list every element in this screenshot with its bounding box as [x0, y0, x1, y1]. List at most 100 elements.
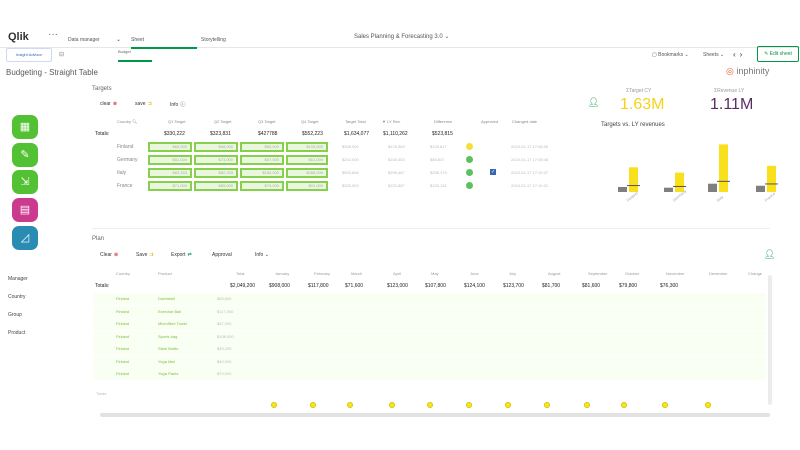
plan-export-button[interactable]: Export ⇄: [171, 252, 192, 258]
plan-header-3[interactable]: January: [275, 271, 289, 276]
bar-ly[interactable]: [618, 186, 627, 192]
q4-input[interactable]: $268,000: [286, 168, 328, 178]
user-icon[interactable]: 👤︎: [764, 249, 775, 260]
chart-icon[interactable]: ◿: [12, 226, 38, 250]
approval-dot[interactable]: [544, 402, 550, 408]
export-icon[interactable]: ⇲: [12, 170, 38, 194]
q4-input[interactable]: $91,000: [286, 181, 328, 191]
plan-header-1[interactable]: Product: [158, 271, 172, 276]
filter-product[interactable]: Product: [8, 330, 25, 336]
tab-budget[interactable]: Budget: [118, 49, 152, 62]
next-sheet-icon[interactable]: ›: [740, 50, 747, 59]
plan-header-10[interactable]: August: [548, 271, 560, 276]
clear-button[interactable]: clear ⊗: [100, 101, 117, 107]
q1-input[interactable]: $71,000: [148, 181, 192, 191]
q4-input[interactable]: $100,000: [286, 142, 328, 152]
header-q2[interactable]: Q2 Target: [214, 119, 232, 124]
plan-save-button[interactable]: Save ⇉: [136, 252, 154, 258]
q3-input[interactable]: $160,000: [240, 168, 284, 178]
approval-dot[interactable]: [389, 402, 395, 408]
plan-header-6[interactable]: April: [393, 271, 401, 276]
header-ly-rev[interactable]: ▼ LY Rev.: [382, 119, 401, 124]
approval-dot[interactable]: [662, 402, 668, 408]
header-q4[interactable]: Q4 Target: [301, 119, 319, 124]
plan-header-8[interactable]: June: [470, 271, 479, 276]
bar-ly[interactable]: [708, 183, 717, 192]
edit-icon[interactable]: ✎: [12, 143, 38, 167]
filter-manager[interactable]: Manager: [8, 276, 28, 282]
more-menu-icon[interactable]: ···: [48, 29, 58, 40]
approval-dot[interactable]: [427, 402, 433, 408]
approval-dot[interactable]: [271, 402, 277, 408]
bookmarks-button[interactable]: ▢ Bookmarks ⌄: [652, 52, 689, 58]
header-q1[interactable]: Q1 Target: [168, 119, 186, 124]
approval-dot[interactable]: [584, 402, 590, 408]
plan-header-4[interactable]: February: [314, 271, 330, 276]
filter-country[interactable]: Country: [8, 294, 26, 300]
header-changed-date[interactable]: Changed date: [512, 119, 537, 124]
toggle-panel-icon[interactable]: ⊟: [59, 51, 64, 58]
q2-input[interactable]: $85,000: [194, 181, 238, 191]
qlik-logo[interactable]: Qlik: [8, 31, 29, 43]
plan-header-9[interactable]: July: [509, 271, 516, 276]
prev-sheet-icon[interactable]: ‹: [733, 50, 740, 59]
edit-sheet-button[interactable]: ✎ Edit sheet: [757, 46, 799, 62]
approval-dot[interactable]: [347, 402, 353, 408]
bar-target[interactable]: [719, 144, 728, 192]
q4-input[interactable]: $61,000: [286, 155, 328, 165]
sheet-dropdown[interactable]: Sheet: [131, 30, 197, 49]
q2-input[interactable]: $82,333: [194, 168, 238, 178]
plan-header-13[interactable]: November: [666, 271, 684, 276]
q2-input[interactable]: $68,000: [194, 142, 238, 152]
approved-checkbox[interactable]: ✓: [490, 169, 496, 175]
approval-dot[interactable]: [310, 402, 316, 408]
filter-group[interactable]: Group: [8, 312, 22, 318]
approval-button[interactable]: Approval: [212, 252, 232, 258]
q1-input[interactable]: $83,333: [148, 168, 192, 178]
approval-dot[interactable]: [705, 402, 711, 408]
plan-header-12[interactable]: October: [625, 271, 639, 276]
sheet-nav[interactable]: ‹›: [733, 50, 746, 59]
approval-dot[interactable]: [466, 402, 472, 408]
bar-ly[interactable]: [664, 187, 673, 192]
plan-header-11[interactable]: September: [588, 271, 608, 276]
plan-header-0[interactable]: Country: [116, 271, 130, 276]
bar-target[interactable]: [767, 165, 776, 192]
insight-advisor-button[interactable]: Insight Advisor: [6, 48, 52, 62]
bar-ly[interactable]: [756, 185, 765, 192]
approval-dot[interactable]: [621, 402, 627, 408]
storytelling-dropdown[interactable]: Storytelling: [201, 30, 226, 43]
sheets-button[interactable]: Sheets ⌄: [703, 52, 724, 58]
bar-target[interactable]: [629, 167, 638, 192]
approval-dot[interactable]: [505, 402, 511, 408]
vertical-scrollbar[interactable]: [768, 275, 772, 405]
q3-input[interactable]: $80,000: [240, 142, 284, 152]
header-difference[interactable]: Difference: [434, 119, 452, 124]
plan-header-15[interactable]: Change: [748, 271, 762, 276]
plan-header-7[interactable]: May: [431, 271, 439, 276]
header-approved[interactable]: Approved: [481, 119, 498, 124]
q3-input[interactable]: $79,000: [240, 181, 284, 191]
horizontal-scrollbar[interactable]: [100, 413, 770, 417]
search-icon[interactable]: 🔍︎: [132, 119, 137, 124]
header-q3[interactable]: Q3 Target: [258, 119, 276, 124]
plan-header-5[interactable]: March: [351, 271, 362, 276]
q3-input[interactable]: $57,000: [240, 155, 284, 165]
info-button[interactable]: Info ⓘ: [170, 101, 185, 108]
header-target-total[interactable]: Target Total: [345, 119, 366, 124]
calendar-icon[interactable]: ▤: [12, 198, 38, 222]
plan-header-2[interactable]: Total: [236, 271, 244, 276]
app-title[interactable]: Sales Planning & Forecasting 3.0 ⌄: [354, 33, 449, 40]
q2-input[interactable]: $73,000: [194, 155, 238, 165]
save-button[interactable]: save ⇉: [135, 101, 152, 107]
q1-input[interactable]: $51,000: [148, 155, 192, 165]
header-country[interactable]: Country 🔍︎: [117, 119, 137, 124]
table-icon[interactable]: ▦: [12, 115, 38, 139]
plan-info-dropdown[interactable]: Info ⌄: [255, 252, 269, 258]
plan-clear-button[interactable]: Clear ⊗: [100, 252, 118, 258]
data-manager-dropdown[interactable]: Data manager ⌄: [68, 30, 121, 43]
plan-header-14[interactable]: December: [709, 271, 727, 276]
clear-icon: ⊗: [113, 252, 119, 258]
user-icon[interactable]: 👤︎: [588, 97, 599, 108]
q1-input[interactable]: $60,000: [148, 142, 192, 152]
